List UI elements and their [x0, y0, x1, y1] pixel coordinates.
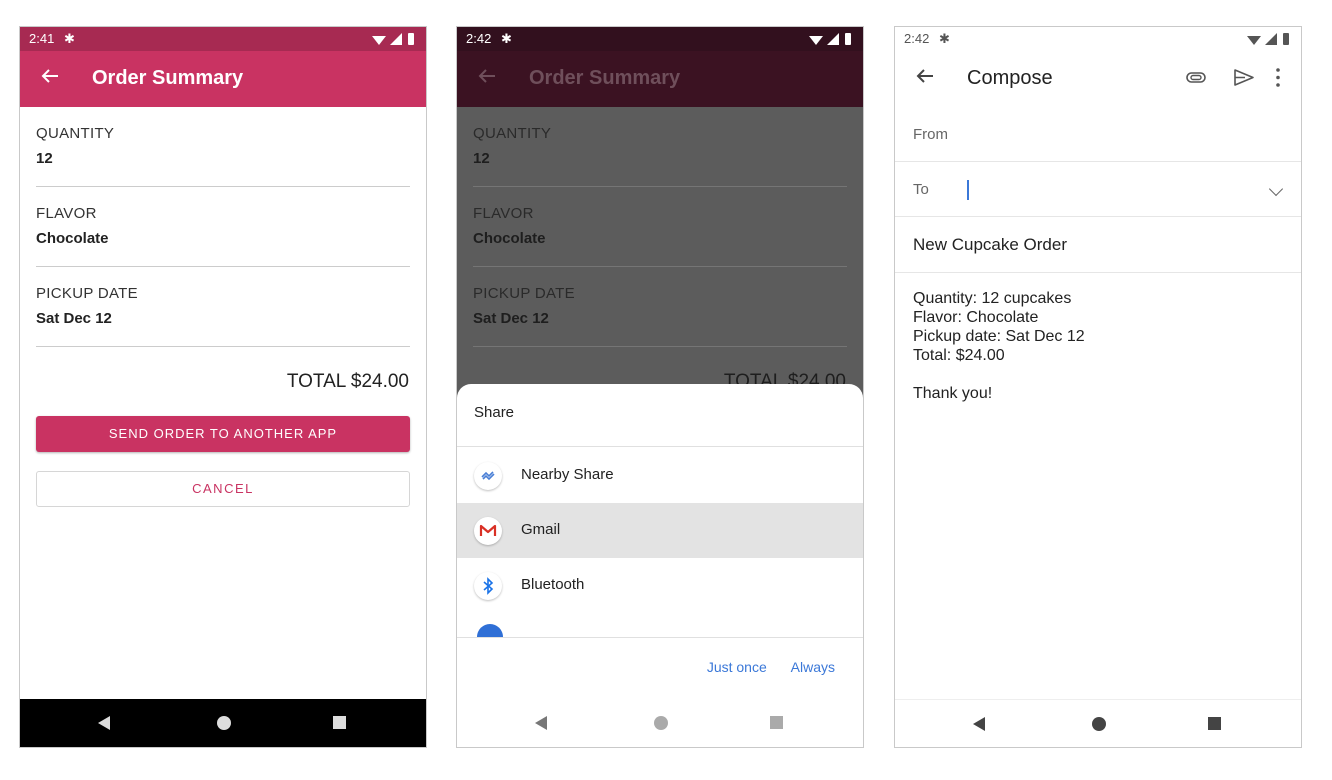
- order-summary-list: QUANTITY 12 FLAVOR Chocolate PICKUP DATE…: [473, 107, 847, 347]
- signal-battery-icon: [1247, 33, 1289, 45]
- back-arrow-icon[interactable]: [38, 64, 62, 88]
- divider: [457, 637, 863, 638]
- nav-back-icon[interactable]: [973, 717, 985, 731]
- phone-screen-share-sheet: 2:42 ✱ Order Summary QUANTITY 12 FLAVOR …: [456, 26, 864, 748]
- pickup-date-label: PICKUP DATE: [36, 285, 138, 302]
- just-once-button[interactable]: Just once: [707, 659, 767, 675]
- cancel-button[interactable]: CANCEL: [36, 471, 410, 507]
- nav-home-icon[interactable]: [1092, 717, 1106, 731]
- flavor-value: Chocolate: [473, 230, 546, 247]
- app-bar: Order Summary: [457, 51, 863, 107]
- status-time: 2:42: [904, 31, 930, 46]
- pickup-date-value: Sat Dec 12: [36, 310, 112, 327]
- system-nav-bar: [457, 699, 863, 747]
- flavor-value: Chocolate: [36, 230, 109, 247]
- summary-row-pickup-date: PICKUP DATE Sat Dec 12: [36, 267, 410, 347]
- quantity-label: QUANTITY: [473, 125, 552, 142]
- app-bar: Order Summary: [20, 51, 426, 107]
- nav-home-icon[interactable]: [654, 716, 668, 730]
- share-target-label: Gmail: [521, 521, 561, 538]
- settings-notification-icon: ✱: [501, 31, 512, 46]
- status-bar: 2:41 ✱: [20, 27, 426, 51]
- summary-row-quantity: QUANTITY 12: [473, 107, 847, 187]
- back-arrow-icon[interactable]: [913, 64, 937, 88]
- app-bar: Compose: [895, 51, 1301, 107]
- summary-row-quantity: QUANTITY 12: [36, 107, 410, 187]
- status-time: 2:42: [466, 31, 492, 46]
- share-sheet: Share Nearby Share Gmail Bluetooth Just …: [457, 384, 863, 747]
- system-nav-bar: [895, 699, 1301, 747]
- nav-back-icon[interactable]: [98, 716, 110, 730]
- summary-row-flavor: FLAVOR Chocolate: [473, 187, 847, 267]
- summary-row-flavor: FLAVOR Chocolate: [36, 187, 410, 267]
- send-order-button[interactable]: SEND ORDER TO ANOTHER APP: [36, 416, 410, 452]
- nearby-share-icon: [474, 462, 502, 490]
- always-button[interactable]: Always: [791, 659, 835, 675]
- share-target-gmail[interactable]: Gmail: [457, 503, 863, 558]
- subject-field[interactable]: New Cupcake Order: [895, 217, 1301, 273]
- nav-back-icon[interactable]: [535, 716, 547, 730]
- nav-home-icon[interactable]: [217, 716, 231, 730]
- share-sheet-title: Share: [474, 404, 515, 421]
- status-bar: 2:42 ✱: [457, 27, 863, 51]
- order-summary-list: QUANTITY 12 FLAVOR Chocolate PICKUP DATE…: [36, 107, 410, 347]
- phone-screen-compose-email: 2:42 ✱ Compose From To New Cupcake Order…: [894, 26, 1302, 748]
- phone-screen-order-summary: 2:41 ✱ Order Summary QUANTITY 12 FLAVOR …: [19, 26, 427, 748]
- from-label: From: [913, 126, 948, 143]
- status-time: 2:41: [29, 31, 55, 46]
- divider: [457, 446, 863, 447]
- gmail-icon: [474, 517, 502, 545]
- to-field[interactable]: To: [895, 162, 1301, 217]
- back-arrow-icon: [478, 69, 495, 83]
- bluetooth-icon: [474, 572, 502, 600]
- to-label: To: [913, 181, 929, 198]
- toolbar-actions: [1186, 68, 1280, 87]
- pickup-date-label: PICKUP DATE: [473, 285, 575, 302]
- signal-battery-icon: [809, 33, 851, 45]
- nav-recents-icon[interactable]: [333, 716, 346, 729]
- quantity-value: 12: [473, 150, 490, 167]
- chevron-down-icon[interactable]: [1268, 181, 1284, 197]
- summary-row-pickup-date: PICKUP DATE Sat Dec 12: [473, 267, 847, 347]
- system-nav-bar: [20, 699, 426, 747]
- send-icon[interactable]: [1234, 69, 1254, 86]
- signal-battery-icon: [372, 33, 414, 45]
- text-cursor: [967, 180, 969, 200]
- nav-recents-icon[interactable]: [770, 716, 783, 729]
- share-target-bluetooth[interactable]: Bluetooth: [457, 558, 863, 613]
- email-body[interactable]: Quantity: 12 cupcakes Flavor: Chocolate …: [913, 289, 1085, 403]
- nav-recents-icon[interactable]: [1208, 717, 1221, 730]
- page-title: Order Summary: [529, 67, 681, 89]
- quantity-label: QUANTITY: [36, 125, 115, 142]
- page-title: Order Summary: [92, 67, 244, 89]
- from-field[interactable]: From: [895, 107, 1301, 162]
- share-actions: Just once Always: [687, 659, 835, 675]
- pickup-date-value: Sat Dec 12: [473, 310, 549, 327]
- flavor-label: FLAVOR: [36, 205, 97, 222]
- subject-text: New Cupcake Order: [913, 235, 1068, 254]
- share-target-nearby-share[interactable]: Nearby Share: [457, 448, 863, 503]
- page-title: Compose: [967, 67, 1053, 89]
- flavor-label: FLAVOR: [473, 205, 534, 222]
- status-bar: 2:42 ✱: [895, 27, 1301, 51]
- share-target-label: Bluetooth: [521, 576, 585, 593]
- app-icon-partial: [477, 624, 503, 637]
- quantity-value: 12: [36, 150, 53, 167]
- share-target-label: Nearby Share: [521, 466, 614, 483]
- attach-icon[interactable]: [1186, 72, 1206, 83]
- settings-notification-icon: ✱: [939, 31, 950, 46]
- order-total: TOTAL $24.00: [286, 371, 409, 392]
- settings-notification-icon: ✱: [64, 31, 75, 46]
- more-options-icon[interactable]: [1276, 68, 1280, 87]
